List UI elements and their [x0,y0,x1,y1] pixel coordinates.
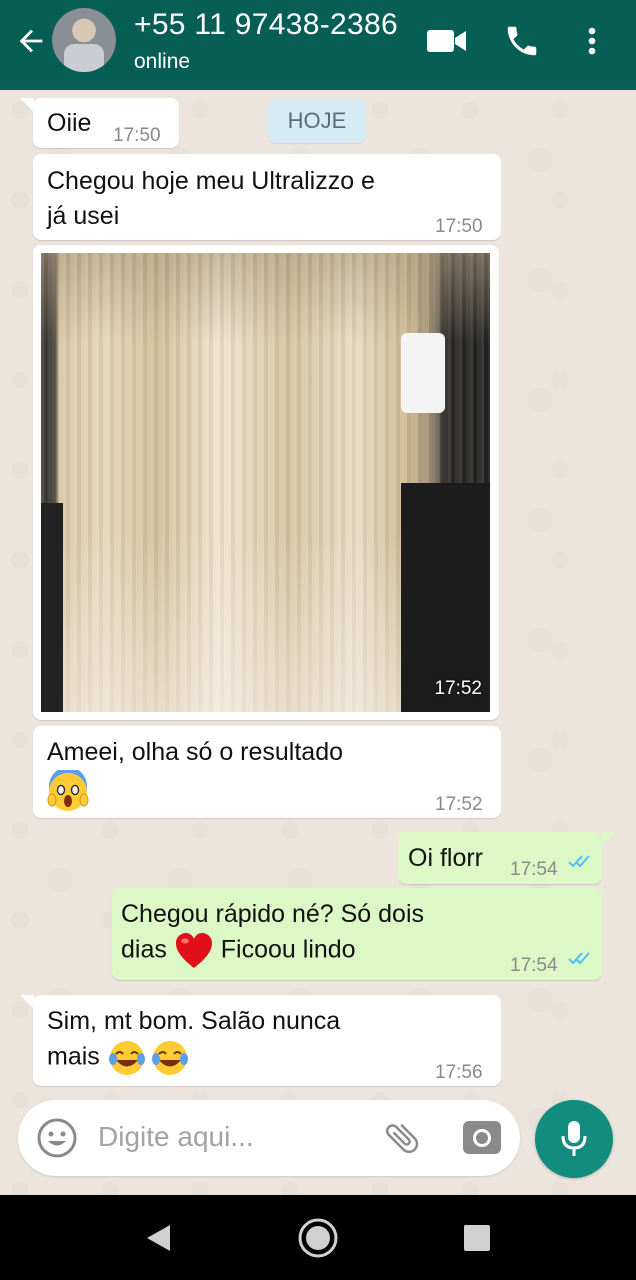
message-text: Sim, mt bom. Salão nunca mais [47,1004,340,1077]
message-text: Chegou hoje meu Ultralizzo e já usei [47,167,375,230]
nav-back-icon[interactable] [144,1223,172,1253]
microphone-icon [561,1121,587,1156]
emoji-picker-icon[interactable] [36,1117,78,1159]
message-time: 17:54 [510,859,558,880]
message-time: 17:50 [113,125,161,146]
bubble-tail [20,995,34,1009]
read-ticks-icon [568,855,590,868]
message-time: 17:52 [434,678,482,699]
message-bubble-incoming[interactable]: Sim, mt bom. Salão nunca mais 17:56 [33,995,501,1086]
bubble-tail [20,98,34,112]
message-input[interactable]: Digite aqui... [98,1121,254,1153]
message-text: Ameei, olha só o resultado [47,738,344,766]
scream-face-emoji-icon [47,770,89,811]
phone-call-icon[interactable] [503,22,541,60]
attach-clip-icon[interactable] [382,1118,422,1158]
message-bubble-incoming[interactable]: Chegou hoje meu Ultralizzo e já usei 17:… [33,154,501,240]
contact-status: online [134,50,191,73]
more-options-icon[interactable] [582,22,602,60]
message-composer: Digite aqui... [18,1100,520,1176]
read-ticks-icon [568,952,590,965]
message-time: 17:54 [510,955,558,976]
message-text: Chegou rápido né? Só dois dias Ficoou li… [121,897,424,970]
red-heart-emoji-icon [175,933,212,968]
message-bubble-outgoing[interactable]: Chegou rápido né? Só dois dias Ficoou li… [112,888,602,980]
message-time: 17:52 [435,794,483,815]
message-text: Oi florr [408,844,483,872]
date-chip: HOJE [268,99,366,143]
hair-photo[interactable]: 17:52 [41,253,490,712]
camera-icon[interactable] [462,1118,502,1156]
chat-header: +55 11 97438-2386 online [0,0,636,90]
video-call-icon[interactable] [426,26,468,56]
nav-recents-icon[interactable] [463,1224,491,1252]
bubble-tail [601,832,615,846]
android-navigation-bar [0,1195,636,1280]
message-bubble-incoming[interactable]: Oiie 17:50 [33,98,179,148]
back-arrow-icon[interactable] [14,24,48,58]
mic-button[interactable] [535,1100,613,1178]
nav-home-icon[interactable] [297,1217,339,1259]
message-bubble-outgoing[interactable]: Oi florr 17:54 [398,832,602,884]
tears-of-joy-emoji-icon [108,1041,188,1075]
message-text: Oiie [47,109,92,137]
message-time: 17:56 [435,1062,483,1083]
message-time: 17:50 [435,216,483,237]
message-bubble-incoming[interactable]: Ameei, olha só o resultado 17:52 [33,726,501,818]
avatar[interactable] [52,8,116,72]
contact-name[interactable]: +55 11 97438-2386 [134,8,398,42]
